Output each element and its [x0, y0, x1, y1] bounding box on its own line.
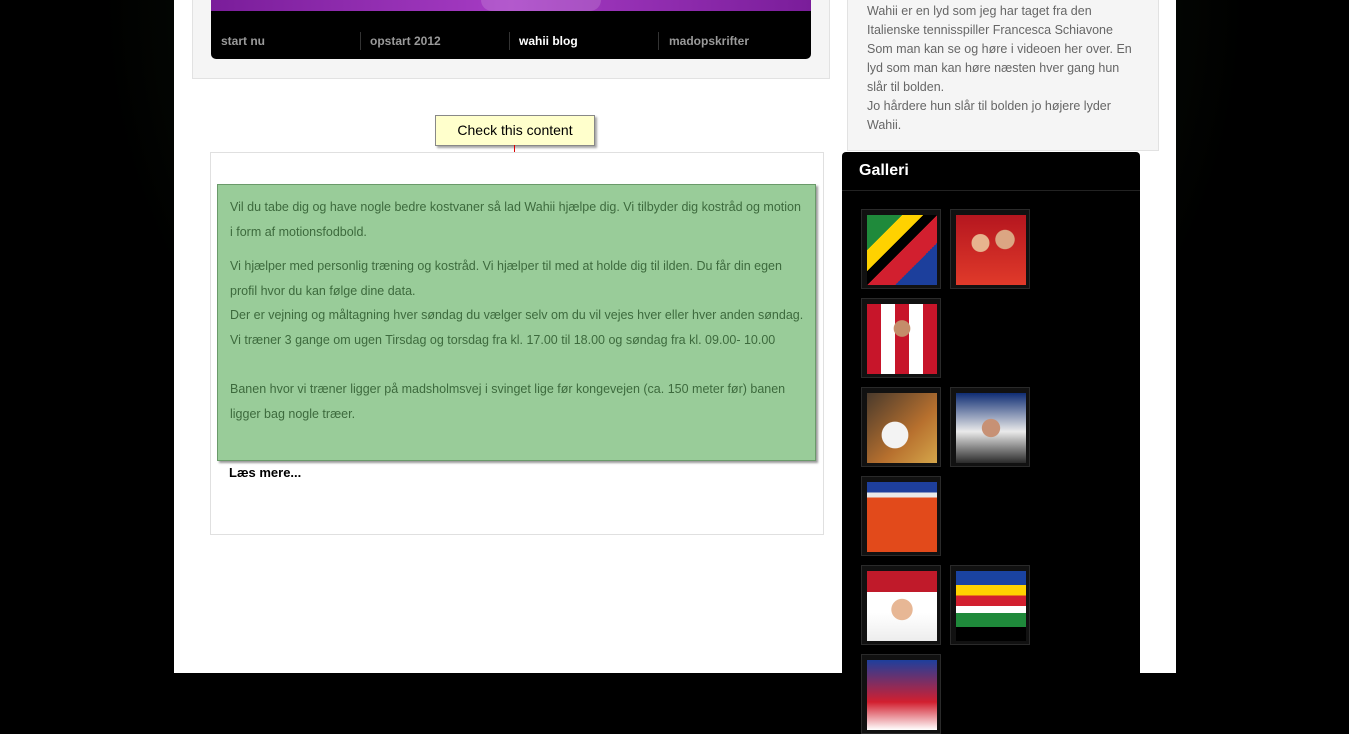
banner-decoration: [481, 0, 601, 11]
content-paragraph: Vi træner 3 gange om ugen Tirsdag og tor…: [230, 332, 776, 347]
gallery-thumbnail[interactable]: [950, 387, 1030, 467]
gallery-thumbnail[interactable]: [861, 209, 941, 289]
nav-separator: [509, 32, 510, 50]
sidebar-text-box: Wahii er en lyd som jeg har taget fra de…: [847, 0, 1159, 151]
nav-item-wahii-blog[interactable]: wahii blog: [519, 34, 578, 48]
sidebar-text-line: lyd som man kan høre næsten hver gang hu…: [867, 61, 1120, 75]
sidebar-text: Wahii er en lyd som jeg har taget fra de…: [867, 2, 1147, 135]
thumbnail-image: [867, 482, 937, 552]
gallery-thumbnail[interactable]: [861, 476, 941, 556]
sidebar-text-line: slår til bolden.: [867, 80, 945, 94]
page-container: start nu opstart 2012 wahii blog madopsk…: [174, 0, 1176, 734]
content-paragraph: Vil du tabe dig og have nogle bedre kost…: [230, 200, 801, 239]
gallery-thumbnail[interactable]: [950, 209, 1030, 289]
thumbnail-image: [956, 393, 1026, 463]
gallery-thumbnail[interactable]: [950, 565, 1030, 645]
content-box: Vil du tabe dig og have nogle bedre kost…: [210, 152, 824, 535]
gallery-thumbnail[interactable]: [861, 565, 941, 645]
nav-container: start nu opstart 2012 wahii blog madopsk…: [192, 0, 830, 79]
content-paragraph: Der er vejning og måltagning hver søndag…: [230, 308, 804, 323]
read-more-link[interactable]: Læs mere...: [229, 465, 301, 480]
nav-separator: [658, 32, 659, 50]
nav-item-madopskrifter[interactable]: madopskrifter: [669, 34, 749, 48]
thumbnail-image: [956, 215, 1026, 285]
thumbnail-image: [867, 571, 937, 641]
content-paragraph: Vi hjælper med personlig træning og kost…: [230, 259, 782, 298]
nav-separator: [360, 32, 361, 50]
gallery-title: Galleri: [859, 162, 909, 179]
gallery-divider: [842, 190, 1140, 191]
sidebar-text-line: Wahii er en lyd som jeg har taget fra de…: [867, 4, 1092, 18]
thumbnail-image: [867, 660, 937, 730]
sidebar-text-line: Wahii.: [867, 118, 902, 132]
thumbnail-image: [867, 215, 937, 285]
content-spacer: [230, 353, 805, 378]
nav-item-start-nu[interactable]: start nu: [221, 34, 265, 48]
thumbnail-image: [956, 571, 1026, 641]
check-content-tooltip: Check this content: [435, 115, 595, 146]
sidebar-text-line: Som man kan se og høre i videoen her ove…: [867, 42, 1132, 56]
thumbnail-image: [867, 304, 937, 374]
gallery-thumbnail[interactable]: [861, 654, 941, 734]
highlighted-content: Vil du tabe dig og have nogle bedre kost…: [217, 184, 816, 461]
thumbnail-image: [867, 393, 937, 463]
sidebar-text-line: Italienske tennisspiller Francesca Schia…: [867, 23, 1113, 37]
nav-banner: [211, 0, 811, 11]
sidebar-text-line: Jo hårdere hun slår til bolden jo højere…: [867, 99, 1111, 113]
gallery-panel: Galleri: [842, 152, 1140, 734]
gallery-thumbnail[interactable]: [861, 387, 941, 467]
content-text: Vil du tabe dig og have nogle bedre kost…: [230, 195, 805, 426]
nav-bar: start nu opstart 2012 wahii blog madopsk…: [211, 0, 811, 59]
gallery-thumbnail[interactable]: [861, 298, 941, 378]
content-paragraph: Banen hvor vi træner ligger på madsholms…: [230, 382, 786, 421]
nav-item-opstart-2012[interactable]: opstart 2012: [370, 34, 441, 48]
